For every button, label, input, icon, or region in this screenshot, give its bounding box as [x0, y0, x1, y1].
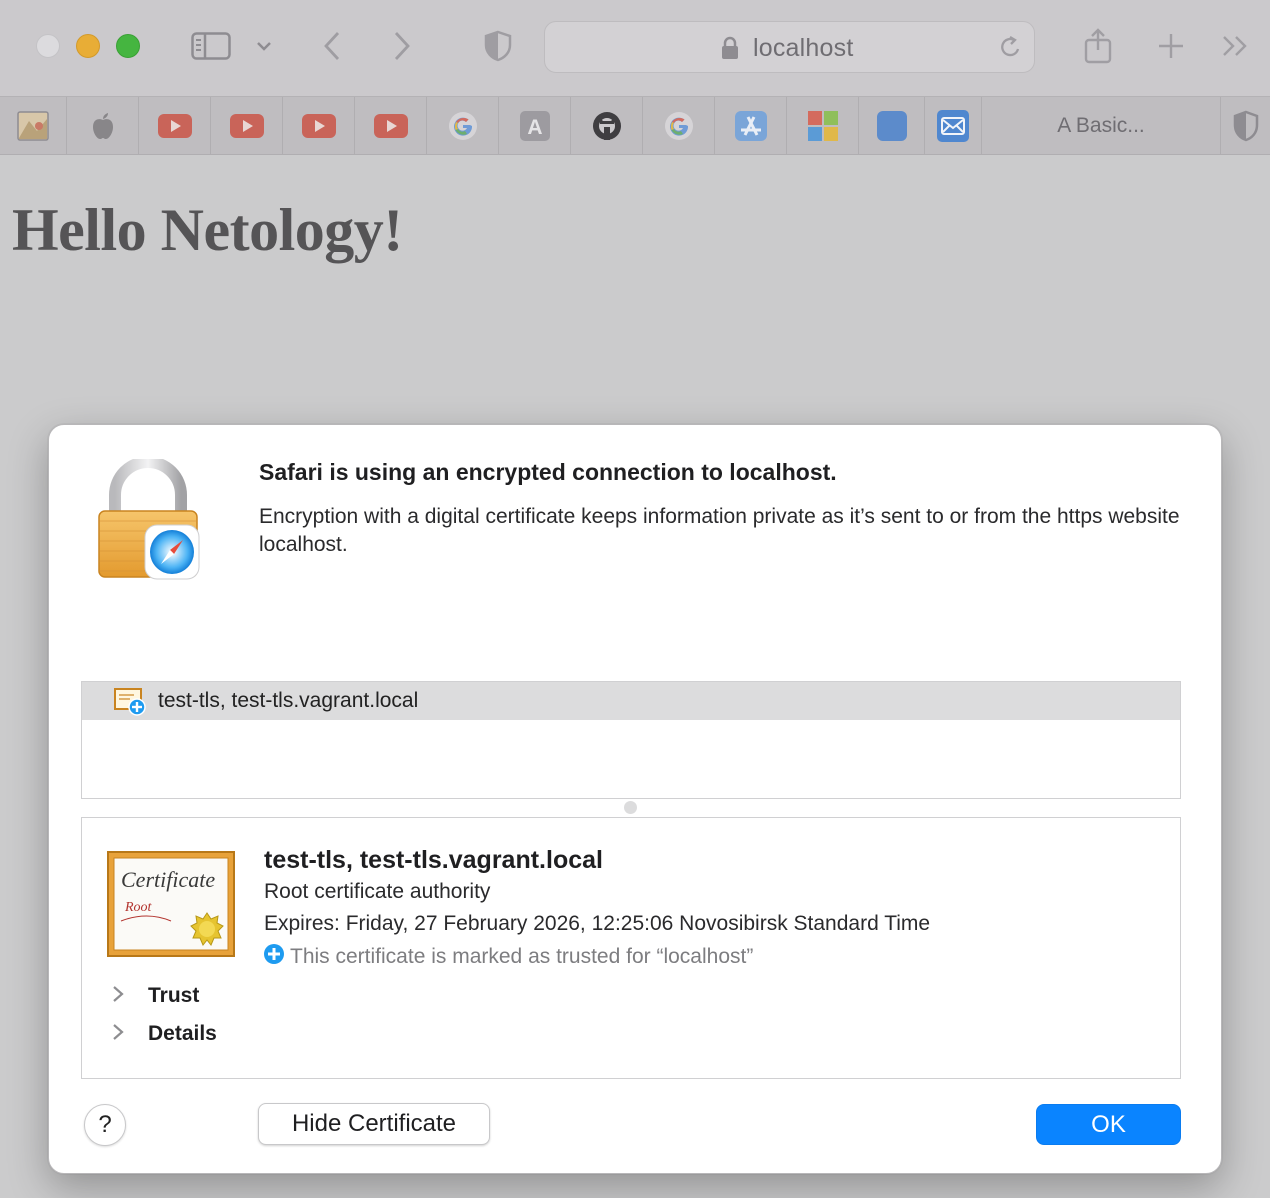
- zoom-window-button[interactable]: [116, 34, 140, 58]
- mail-pinned-icon[interactable]: [925, 97, 982, 155]
- shield-pinned-icon[interactable]: [1220, 97, 1270, 155]
- certificate-large-icon: Certificate Root: [107, 851, 235, 962]
- new-tab-icon[interactable]: [1155, 26, 1187, 66]
- forward-icon[interactable]: [388, 26, 416, 66]
- certificate-type: Root certificate authority: [264, 880, 491, 903]
- page-heading: Hello Netology!: [12, 197, 403, 263]
- certificate-chain-label: test-tls, test-tls.vagrant.local: [158, 689, 419, 712]
- weather-pinned-icon[interactable]: [0, 97, 67, 155]
- svg-text:A: A: [527, 116, 542, 139]
- active-tab[interactable]: A Basic...: [982, 97, 1220, 155]
- certificate-details-panel: Certificate Root test-tls, test-tls.vagr…: [81, 817, 1181, 1079]
- app-store-pinned-icon[interactable]: [715, 97, 787, 155]
- certificate-name: test-tls, test-tls.vagrant.local: [264, 846, 603, 874]
- details-label: Details: [148, 1022, 217, 1045]
- address-text: localhost: [753, 34, 854, 62]
- more-tabs-icon[interactable]: [1220, 26, 1250, 66]
- sidebar-icon[interactable]: [190, 26, 232, 66]
- google-pinned-icon[interactable]: [427, 97, 499, 155]
- microsoft-pinned-icon[interactable]: [787, 97, 859, 155]
- certificate-trust-text: This certificate is marked as trusted fo…: [290, 945, 754, 968]
- certificate-dialog: Safari is using an encrypted connection …: [48, 424, 1222, 1174]
- close-window-button[interactable]: [36, 34, 60, 58]
- reload-icon[interactable]: [998, 35, 1022, 66]
- ok-button[interactable]: OK: [1036, 1104, 1181, 1145]
- dialog-title: Safari is using an encrypted connection …: [259, 459, 837, 485]
- back-icon[interactable]: [318, 26, 346, 66]
- google-pinned-icon[interactable]: [643, 97, 715, 155]
- certificate-chain-list[interactable]: test-tls, test-tls.vagrant.local: [81, 681, 1181, 799]
- hide-certificate-button[interactable]: Hide Certificate: [258, 1103, 490, 1145]
- share-icon[interactable]: [1082, 26, 1114, 66]
- trust-disclosure[interactable]: Trust: [112, 984, 199, 1008]
- lock-icon: [721, 36, 739, 65]
- youtube-pinned-icon[interactable]: [283, 97, 355, 155]
- certificate-small-icon: [114, 688, 146, 721]
- certificate-chain-item[interactable]: test-tls, test-tls.vagrant.local: [82, 682, 1180, 720]
- apple-pinned-icon[interactable]: [67, 97, 139, 155]
- trust-label: Trust: [148, 984, 200, 1007]
- trusted-plus-icon: [264, 944, 284, 970]
- dialog-description: Encryption with a digital certificate ke…: [259, 505, 1180, 556]
- youtube-pinned-icon[interactable]: [211, 97, 283, 155]
- font-a-pinned-icon[interactable]: A: [499, 97, 571, 155]
- blue-square-pinned-icon[interactable]: [859, 97, 925, 155]
- help-button[interactable]: ?: [84, 1104, 126, 1146]
- youtube-pinned-icon[interactable]: [355, 97, 427, 155]
- privacy-shield-icon[interactable]: [482, 26, 514, 66]
- chevron-right-icon: [112, 1023, 128, 1046]
- youtube-pinned-icon[interactable]: [139, 97, 211, 155]
- padlock-safari-icon: [95, 456, 203, 588]
- address-bar[interactable]: localhost: [544, 21, 1035, 73]
- browser-toolbar: localhost: [0, 0, 1270, 96]
- pinned-tabs-bar: A A Basic...: [0, 96, 1270, 155]
- certificate-image-subtitle: Root: [124, 900, 153, 915]
- certificate-trust-status: This certificate is marked as trusted fo…: [264, 944, 753, 970]
- minimize-window-button[interactable]: [76, 34, 100, 58]
- split-view-handle[interactable]: [624, 801, 637, 814]
- certificate-expiry: Expires: Friday, 27 February 2026, 12:25…: [264, 912, 931, 935]
- certificate-image-title: Certificate: [121, 867, 215, 892]
- details-disclosure[interactable]: Details: [112, 1022, 217, 1046]
- active-tab-title: A Basic...: [1057, 114, 1145, 137]
- chevron-down-icon[interactable]: [254, 26, 274, 66]
- github-pinned-icon[interactable]: [571, 97, 643, 155]
- chevron-right-icon: [112, 985, 128, 1008]
